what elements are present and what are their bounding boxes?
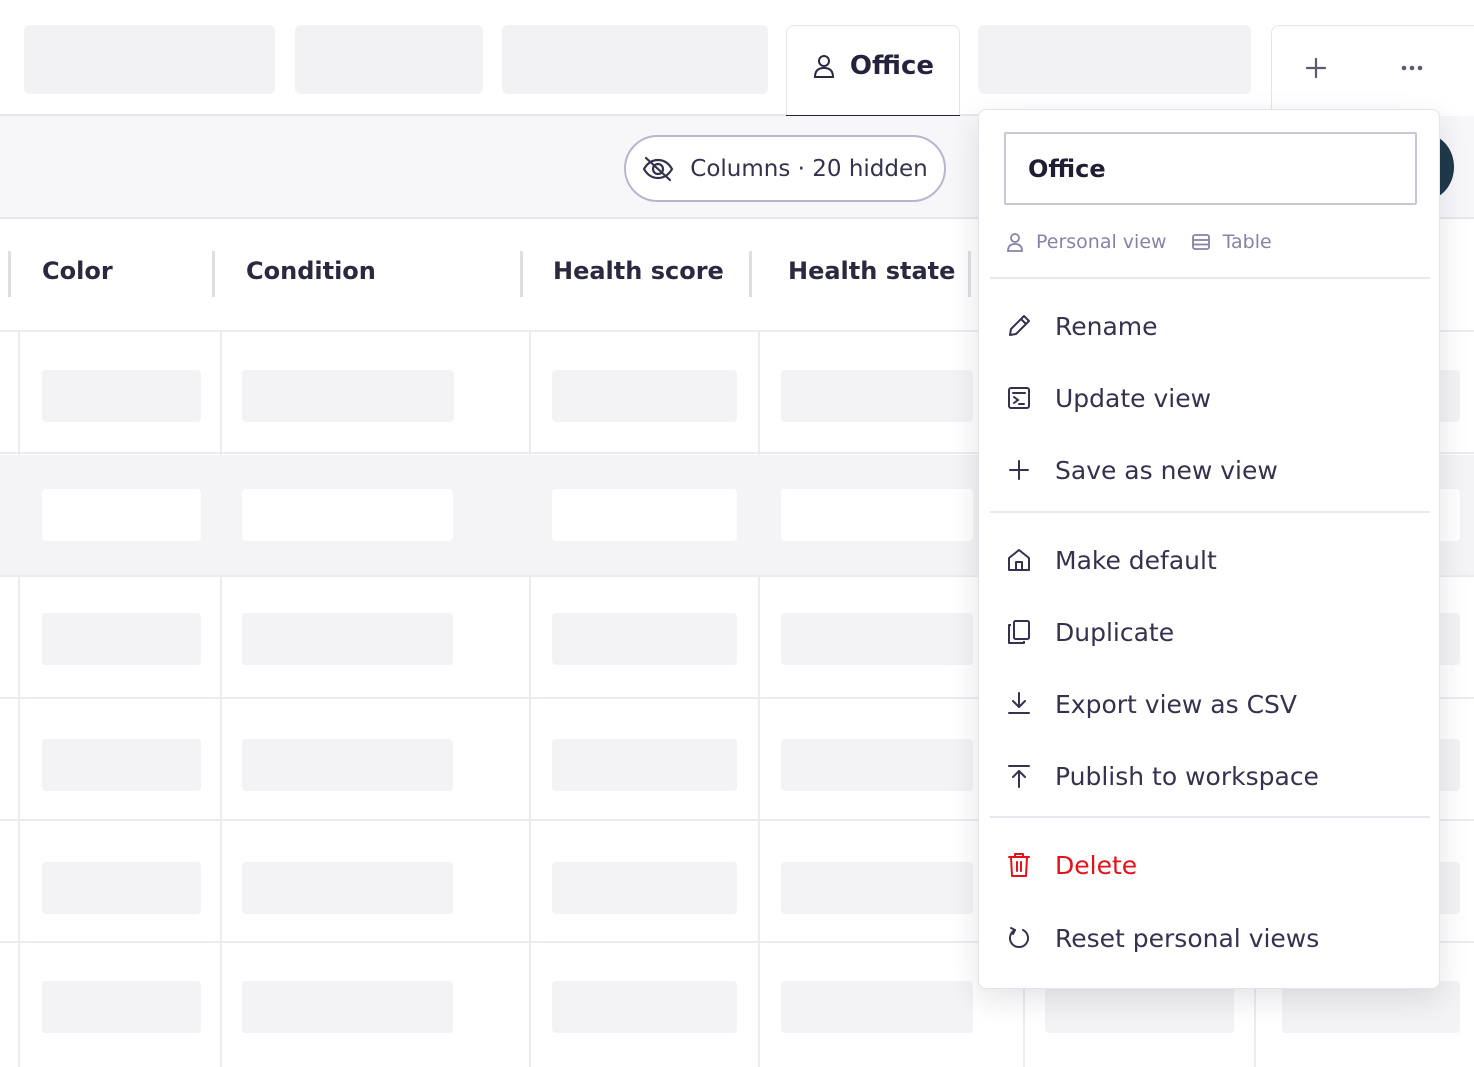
add-view-button[interactable] (1294, 46, 1338, 90)
cell-placeholder (42, 739, 201, 791)
tab-actions (1271, 25, 1474, 116)
tab-office[interactable]: Office (786, 25, 960, 118)
cell-placeholder (781, 981, 973, 1033)
table-layout-label: Table (1222, 231, 1272, 253)
view-name-input[interactable] (1004, 132, 1417, 205)
person-icon (812, 53, 836, 79)
upload-icon (1005, 762, 1033, 790)
save-as-new-view-menu-item[interactable]: Save as new view (979, 437, 1441, 503)
cell-placeholder (242, 370, 454, 422)
cell-placeholder (242, 862, 453, 914)
cell-placeholder (242, 489, 453, 541)
eye-off-icon (642, 156, 674, 182)
table-icon (1191, 232, 1211, 252)
cell-placeholder (552, 739, 737, 791)
cell-placeholder (42, 489, 201, 541)
person-icon (1006, 232, 1024, 252)
cell-placeholder (552, 981, 737, 1033)
reset-icon (1005, 924, 1033, 952)
update-view-menu-item[interactable]: Update view (979, 365, 1441, 431)
cell-placeholder (552, 613, 737, 665)
menu-item-label: Update view (1055, 383, 1212, 413)
column-header-health-state[interactable]: Health state (788, 257, 955, 285)
menu-item-label: Rename (1055, 311, 1158, 341)
cell-placeholder (781, 489, 973, 541)
menu-item-label: Export view as CSV (1055, 689, 1298, 719)
make-default-menu-item[interactable]: Make default (979, 527, 1441, 593)
cell-placeholder (42, 370, 201, 422)
duplicate-icon (1005, 618, 1033, 646)
rename-menu-item[interactable]: Rename (979, 293, 1441, 359)
cell-placeholder (552, 862, 737, 914)
pencil-icon (1005, 312, 1033, 340)
column-header-health-score[interactable]: Health score (553, 257, 724, 285)
menu-divider (990, 277, 1430, 279)
cell-placeholder (242, 613, 453, 665)
column-resize-handle[interactable] (520, 251, 523, 297)
menu-divider (990, 816, 1430, 818)
view-options-menu: Personal view Table Rename (978, 109, 1440, 989)
menu-item-label: Save as new view (1055, 455, 1278, 485)
cell-placeholder (781, 862, 973, 914)
reset-personal-views-menu-item[interactable]: Reset personal views (979, 905, 1441, 971)
cell-placeholder (242, 981, 453, 1033)
personal-view-meta: Personal view (1006, 231, 1167, 253)
duplicate-menu-item[interactable]: Duplicate (979, 599, 1441, 665)
columns-button-label: Columns · 20 hidden (690, 155, 928, 182)
publish-to-workspace-menu-item[interactable]: Publish to workspace (979, 743, 1441, 809)
tab-placeholder[interactable] (295, 25, 483, 94)
column-header-color[interactable]: Color (42, 257, 113, 285)
cell-placeholder (781, 370, 973, 422)
tab-placeholder[interactable] (24, 25, 275, 94)
tab-placeholder[interactable] (978, 25, 1251, 94)
download-icon (1005, 690, 1033, 718)
menu-item-label: Duplicate (1055, 617, 1175, 647)
view-tab-bar: Office (0, 0, 1474, 118)
cell-placeholder (552, 370, 737, 422)
cell-placeholder (552, 489, 737, 541)
plus-icon (1005, 456, 1033, 484)
delete-menu-item[interactable]: Delete (979, 832, 1441, 898)
column-header-condition[interactable]: Condition (246, 257, 376, 285)
table-layout-meta: Table (1191, 231, 1272, 253)
menu-divider (990, 511, 1430, 513)
cell-placeholder (781, 739, 973, 791)
column-resize-handle[interactable] (749, 251, 752, 297)
menu-item-label: Make default (1055, 545, 1217, 575)
personal-view-label: Personal view (1036, 231, 1167, 253)
cell-placeholder (42, 613, 201, 665)
more-options-button[interactable] (1390, 46, 1434, 90)
plus-icon (1305, 57, 1327, 79)
more-horizontal-icon (1401, 65, 1423, 71)
columns-visibility-button[interactable]: Columns · 20 hidden (624, 135, 946, 202)
column-resize-handle[interactable] (8, 251, 11, 297)
cell-placeholder (42, 862, 201, 914)
tab-label: Office (849, 51, 935, 81)
cell-placeholder (242, 739, 453, 791)
update-view-icon (1005, 384, 1033, 412)
column-resize-handle[interactable] (968, 251, 971, 297)
menu-item-label: Publish to workspace (1055, 761, 1319, 791)
trash-icon (1005, 851, 1033, 879)
export-csv-menu-item[interactable]: Export view as CSV (979, 671, 1441, 737)
tab-placeholder[interactable] (502, 25, 768, 94)
cell-placeholder (781, 613, 973, 665)
column-resize-handle[interactable] (212, 251, 215, 297)
menu-item-label: Delete (1055, 850, 1138, 880)
cell-placeholder (42, 981, 201, 1033)
home-icon (1005, 546, 1033, 574)
menu-item-label: Reset personal views (1055, 923, 1320, 953)
view-meta: Personal view Table (1006, 227, 1296, 257)
